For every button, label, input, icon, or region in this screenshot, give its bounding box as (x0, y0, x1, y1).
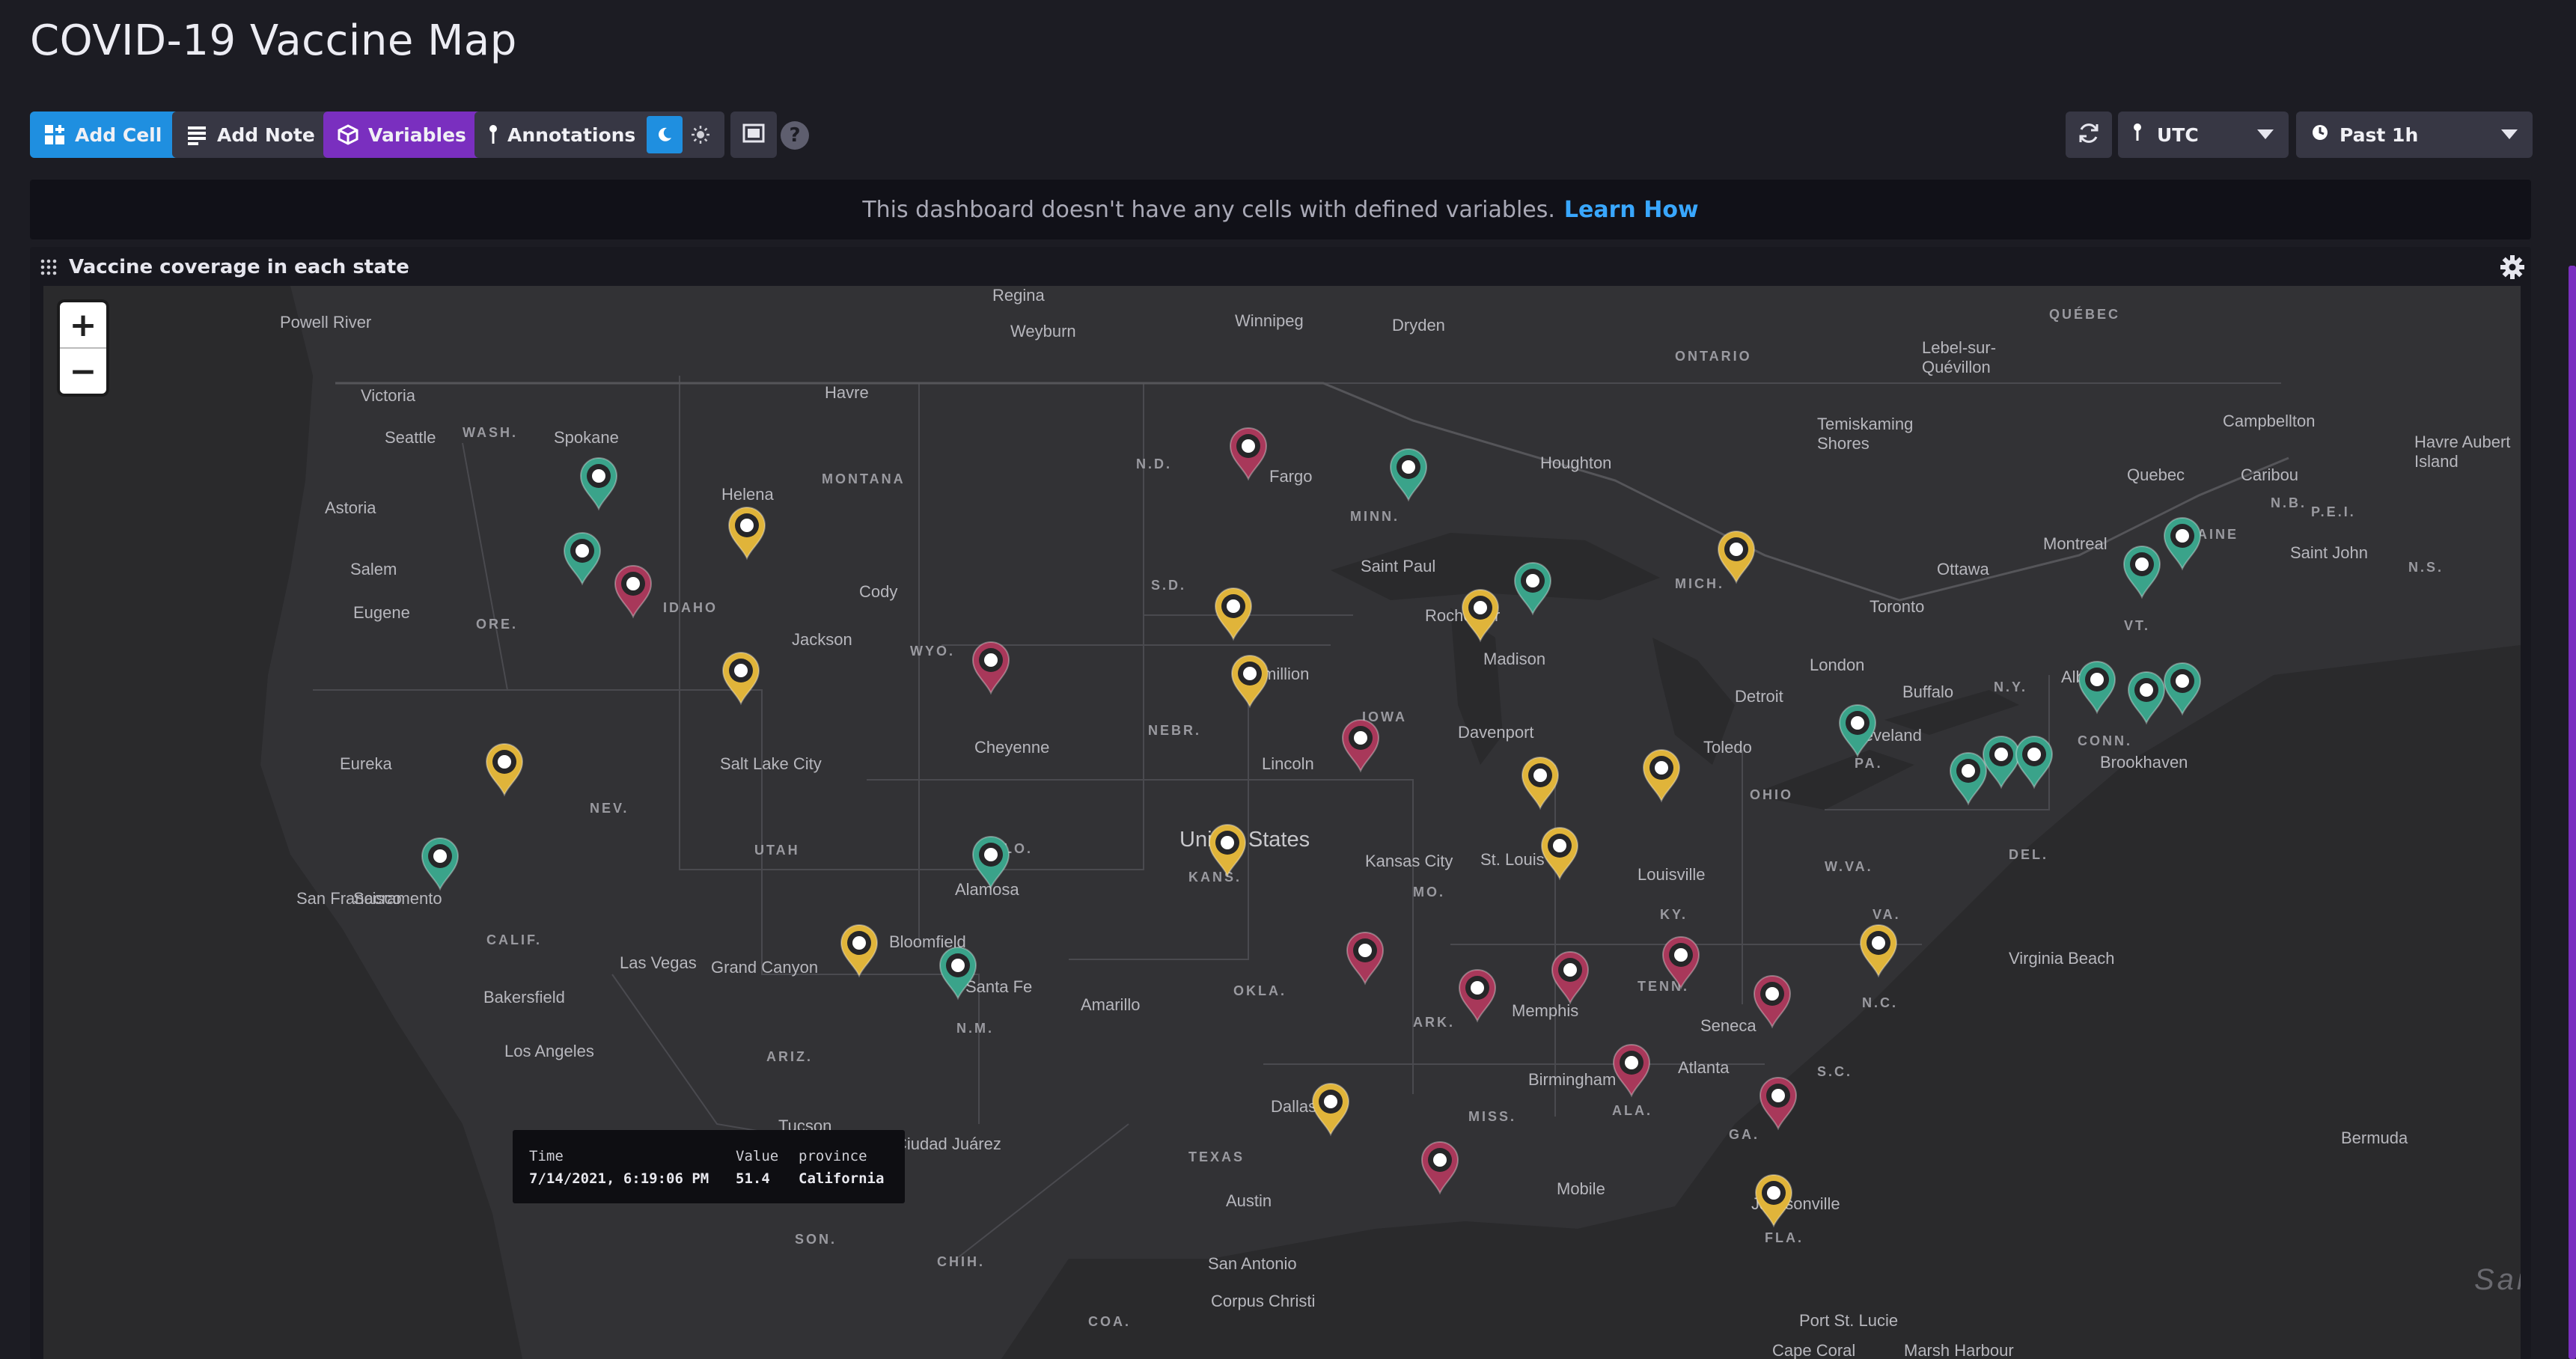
help-icon[interactable]: ? (781, 121, 809, 150)
map-pin-green[interactable] (1389, 448, 1428, 502)
map-pin-green[interactable] (1982, 736, 2021, 790)
learn-how-link[interactable]: Learn How (1564, 197, 1699, 223)
map-pin-red[interactable] (1420, 1141, 1459, 1195)
tooltip-value-value: 51.4 (736, 1170, 770, 1187)
map-pin-yellow[interactable] (1461, 589, 1500, 643)
tooltip-province-header: province (799, 1148, 867, 1164)
map-pin-red[interactable] (1753, 975, 1792, 1029)
presentation-mode-button[interactable] (730, 112, 777, 158)
map-pin-red[interactable] (1759, 1077, 1798, 1131)
map-tooltip: Time Value province 7/14/2021, 6:19:06 P… (513, 1130, 905, 1203)
map-pin-yellow[interactable] (485, 743, 524, 797)
banner-message: This dashboard doesn't have any cells wi… (862, 196, 1555, 223)
map-pin-green[interactable] (2163, 517, 2202, 571)
theme-toggle[interactable] (642, 112, 724, 158)
map-pin-yellow[interactable] (1754, 1174, 1793, 1228)
map-pin-green[interactable] (938, 947, 977, 1001)
drag-handle-icon[interactable] (40, 259, 57, 275)
map-pin-yellow[interactable] (1540, 827, 1579, 881)
zoom-control: + − (60, 302, 106, 394)
map-pin-red[interactable] (1551, 951, 1590, 1005)
add-cell-icon (43, 123, 66, 146)
map-pin-yellow[interactable] (727, 507, 766, 561)
map-pin-red[interactable] (614, 565, 653, 619)
map-pin-red[interactable] (1346, 932, 1385, 986)
scrollbar[interactable] (2569, 266, 2576, 1359)
map-pin-green[interactable] (971, 836, 1010, 890)
moon-icon[interactable] (647, 116, 683, 153)
chevron-down-icon (2257, 129, 2274, 139)
map-canvas[interactable]: Powell River Regina Weyburn Winnipeg Dry… (43, 286, 2521, 1359)
map-pin-yellow[interactable] (1230, 655, 1269, 709)
map-pin-yellow[interactable] (1642, 749, 1681, 803)
cube-icon (337, 123, 359, 146)
sun-icon[interactable] (683, 116, 718, 153)
note-icon (186, 123, 208, 146)
map-pin-yellow[interactable] (1208, 824, 1247, 878)
timezone-pin-icon (2133, 123, 2142, 147)
map-pin-green[interactable] (1949, 752, 1988, 806)
map-pin-yellow[interactable] (721, 652, 760, 706)
map-pin-green[interactable] (2015, 736, 2054, 790)
add-note-button[interactable]: Add Note (172, 112, 333, 158)
page-title: COVID-19 Vaccine Map (30, 16, 517, 65)
add-cell-label: Add Cell (75, 123, 162, 146)
time-range-dropdown[interactable]: Past 1h (2296, 112, 2533, 158)
expand-icon (742, 123, 765, 146)
timezone-dropdown[interactable]: UTC (2118, 112, 2289, 158)
tooltip-value-header: Value (736, 1148, 779, 1164)
tooltip-province-value: California (799, 1170, 885, 1187)
map-pin-red[interactable] (1341, 719, 1380, 773)
add-note-label: Add Note (217, 123, 315, 146)
map-pin-red[interactable] (1612, 1044, 1651, 1098)
map-pin-green[interactable] (2127, 671, 2166, 725)
map-pin-red[interactable] (1458, 969, 1497, 1023)
map-pin-red[interactable] (1661, 936, 1700, 990)
time-range-value: Past 1h (2340, 123, 2419, 146)
pins-layer (421, 427, 2202, 1228)
map-pin-yellow[interactable] (1859, 924, 1898, 978)
map-pin-red[interactable] (1229, 427, 1268, 481)
gear-icon[interactable] (2500, 254, 2525, 280)
map-pin-red[interactable] (971, 641, 1010, 695)
tooltip-time-header: Time (529, 1148, 564, 1164)
map-pin-green[interactable] (2163, 662, 2202, 716)
map-pin-yellow[interactable] (840, 924, 879, 978)
zoom-out-button[interactable]: − (60, 349, 106, 394)
map-pin-yellow[interactable] (1311, 1083, 1350, 1137)
cell-title: Vaccine coverage in each state (69, 256, 409, 278)
add-cell-button[interactable]: Add Cell (30, 112, 180, 158)
annotations-label: Annotations (507, 123, 636, 146)
map-pin-green[interactable] (421, 837, 460, 891)
map-pin-green[interactable] (563, 532, 602, 586)
variables-banner: This dashboard doesn't have any cells wi… (30, 180, 2531, 239)
zoom-in-button[interactable]: + (60, 302, 106, 347)
variables-button[interactable]: Variables (323, 112, 484, 158)
map-pin-yellow[interactable] (1214, 587, 1253, 641)
annotation-pin-icon (488, 123, 498, 146)
map-pin-green[interactable] (2078, 661, 2116, 715)
map-pin-green[interactable] (1838, 704, 1877, 758)
chevron-down-icon (2501, 129, 2518, 139)
clock-icon (2311, 123, 2329, 146)
refresh-icon (2076, 120, 2102, 149)
map-cell: Vaccine coverage in each state Powell Ri… (30, 247, 2531, 1359)
tooltip-time-value: 7/14/2021, 6:19:06 PM (529, 1170, 709, 1187)
cell-header: Vaccine coverage in each state (30, 247, 2531, 286)
map-pin-green[interactable] (1513, 562, 1552, 616)
annotations-button[interactable]: Annotations (474, 112, 654, 158)
timezone-value: UTC (2157, 123, 2199, 146)
refresh-button[interactable] (2066, 112, 2112, 158)
variables-label: Variables (368, 123, 466, 146)
map-pin-yellow[interactable] (1717, 531, 1756, 584)
map-pin-green[interactable] (2122, 546, 2161, 599)
map-pin-yellow[interactable] (1521, 757, 1560, 810)
map-pin-green[interactable] (579, 457, 618, 511)
